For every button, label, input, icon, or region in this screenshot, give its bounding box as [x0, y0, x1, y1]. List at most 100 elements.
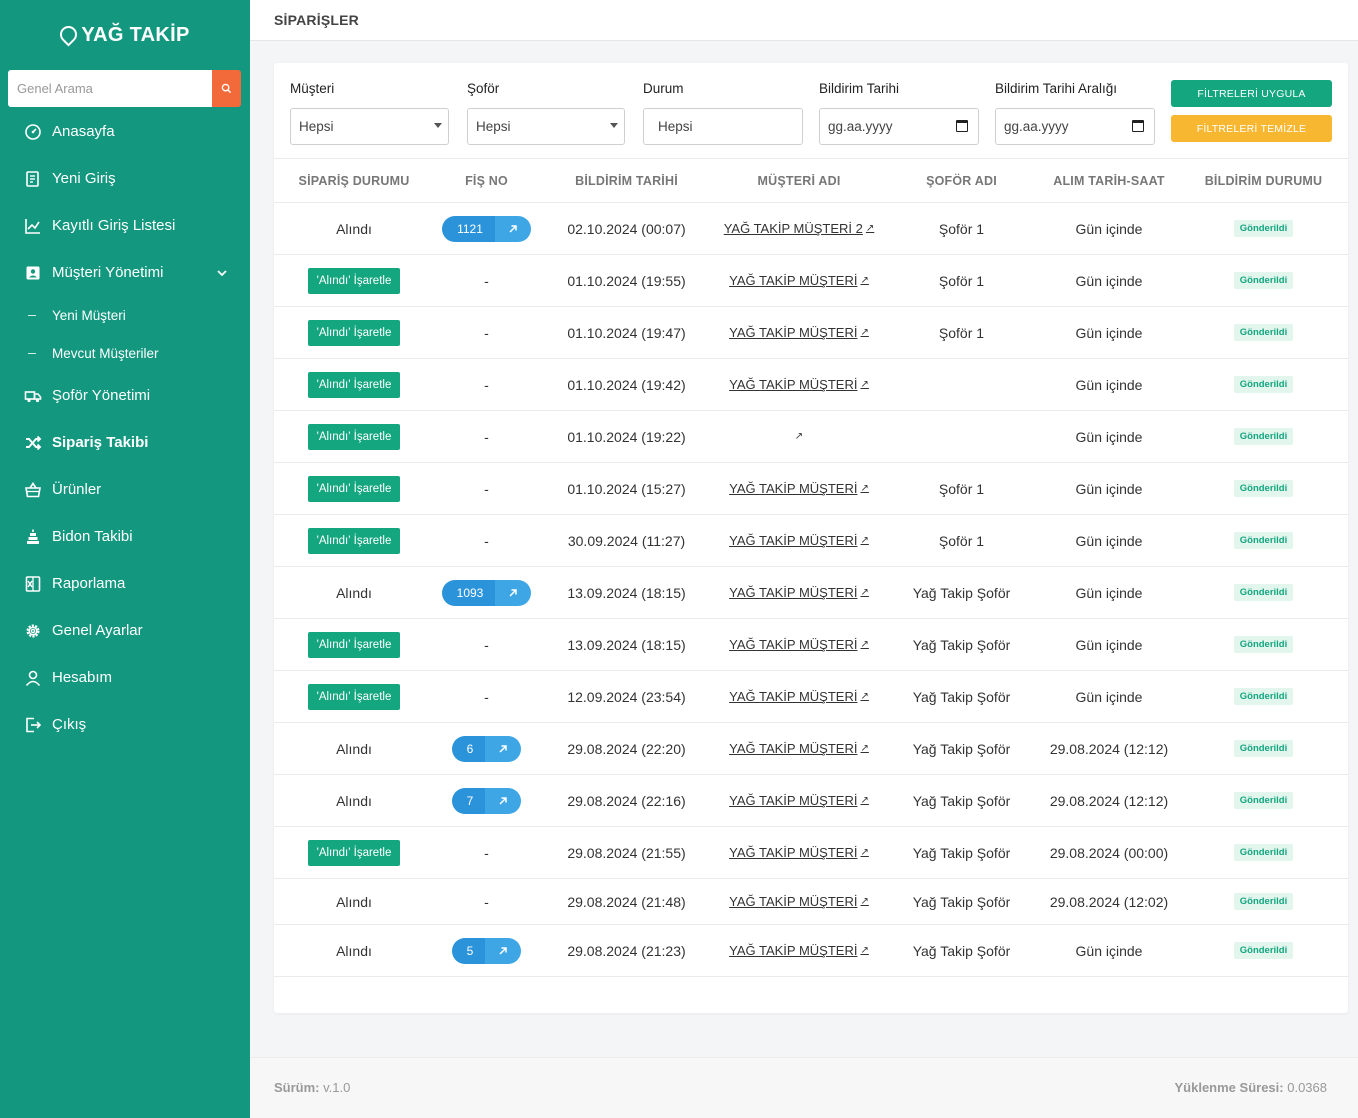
sidebar-item-sofor-yonetimi[interactable]: Şoför Yönetimi: [0, 372, 250, 419]
mark-received-button[interactable]: 'Alındı' İşaretle: [307, 839, 401, 866]
receipt-number: 1121: [442, 215, 495, 242]
column-header-siparis-durumu[interactable]: SİPARİŞ DURUMU: [274, 159, 434, 204]
order-status-text: Alındı: [336, 584, 372, 601]
column-header-sofor-adi[interactable]: ŞOFÖR ADI: [884, 159, 1039, 204]
customer-link[interactable]: YAĞ TAKİP MÜŞTERİ ↗: [729, 793, 869, 808]
customer-link[interactable]: YAĞ TAKİP MÜŞTERİ 2 ↗: [724, 221, 875, 236]
bildirim-tarihi-input[interactable]: gg.aa.yyyy: [819, 108, 979, 145]
app-logo[interactable]: YAĞ TAKİP: [0, 0, 250, 70]
musteri-filter-select[interactable]: Hepsi: [290, 108, 449, 145]
sidebar-item-bidon-takibi[interactable]: Bidon Takibi: [0, 513, 250, 560]
receipt-link-button[interactable]: 7: [451, 787, 522, 814]
sidebar-item-label: Müşteri Yönetimi: [52, 264, 164, 281]
mark-received-button[interactable]: 'Alındı' İşaretle: [307, 267, 401, 294]
dash-icon: [28, 352, 36, 354]
cell-driver: Yağ Takip Şoför: [912, 792, 1011, 809]
sidebar-subitem-yeni-musteri[interactable]: Yeni Müşteri: [0, 296, 250, 334]
customer-link[interactable]: YAĞ TAKİP MÜŞTERİ ↗: [729, 845, 869, 860]
mark-received-button[interactable]: 'Alındı' İşaretle: [307, 371, 401, 398]
customer-link[interactable]: YAĞ TAKİP MÜŞTERİ ↗: [729, 689, 869, 704]
table-row: Alındı 6 29.08.2024 (22:20) YAĞ TAKİP MÜŞTE…: [274, 723, 1348, 775]
mark-received-button[interactable]: 'Alındı' İşaretle: [307, 527, 401, 554]
column-header-alim-tarih-saat[interactable]: ALIM TARİH-SAAT: [1039, 159, 1179, 204]
sidebar-item-kayitli-giris-listesi[interactable]: Kayıtlı Giriş Listesi: [0, 202, 250, 249]
mark-received-button[interactable]: 'Alındı' İşaretle: [307, 475, 401, 502]
customer-link[interactable]: YAĞ TAKİP MÜŞTERİ ↗: [729, 325, 869, 340]
mark-received-button[interactable]: 'Alındı' İşaretle: [307, 683, 401, 710]
dash-icon: [28, 314, 36, 316]
global-search-input[interactable]: [8, 70, 212, 107]
receipt-number: -: [484, 893, 489, 910]
caret-down-icon: [434, 123, 442, 128]
clear-filters-button[interactable]: FİLTRELERİ TEMİZLE: [1171, 115, 1332, 142]
sidebar-item-urunler[interactable]: Ürünler: [0, 466, 250, 513]
customer-link[interactable]: YAĞ TAKİP MÜŞTERİ ↗: [729, 637, 869, 652]
customer-link[interactable]: YAĞ TAKİP MÜŞTERİ ↗: [729, 585, 869, 600]
cell-notify-date: 30.09.2024 (11:27): [567, 532, 686, 549]
open-receipt-icon-wrap: [494, 215, 531, 242]
cell-notify-status: Gönderildi: [1179, 619, 1348, 670]
bildirim-araligi-input[interactable]: gg.aa.yyyy: [995, 108, 1155, 145]
customer-link[interactable]: YAĞ TAKİP MÜŞTERİ ↗: [729, 273, 869, 288]
sidebar-item-genel-ayarlar[interactable]: Genel Ayarlar: [0, 607, 250, 654]
calendar-icon[interactable]: [1132, 120, 1144, 132]
sidebar-item-raporlama[interactable]: Raporlama: [0, 560, 250, 607]
customer-link[interactable]: YAĞ TAKİP MÜŞTERİ ↗: [729, 481, 869, 496]
cell-notify-status: Gönderildi: [1179, 203, 1348, 254]
cell-notify-status: Gönderildi: [1179, 255, 1348, 306]
search-button[interactable]: [212, 70, 241, 107]
sidebar-subitem-mevcut-musteriler[interactable]: Mevcut Müşteriler: [0, 334, 250, 372]
table-row: 'Alındı' İşaretle - 13.09.2024 (18:15) YAĞ …: [274, 619, 1348, 671]
calendar-icon[interactable]: [956, 120, 968, 132]
cell-notify-date: 01.10.2024 (19:42): [567, 376, 686, 393]
status-badge: Gönderildi: [1233, 740, 1294, 757]
table-header: SİPARİŞ DURUMU FİŞ NO BİLDİRİM TARİHİ MÜ…: [274, 158, 1348, 203]
cell-notify-date: 01.10.2024 (19:55): [567, 272, 686, 289]
customer-name: YAĞ TAKİP MÜŞTERİ: [729, 689, 858, 704]
cell-pickup-time: 29.08.2024 (00:00): [1049, 844, 1169, 861]
cell-customer: YAĞ TAKİP MÜŞTERİ ↗: [714, 567, 884, 618]
customer-link[interactable]: YAĞ TAKİP MÜŞTERİ ↗: [729, 377, 869, 392]
mark-received-button[interactable]: 'Alındı' İşaretle: [307, 423, 401, 450]
external-link-icon: ↗: [860, 379, 869, 390]
receipt-link-button[interactable]: 5: [451, 937, 522, 964]
durum-filter-select[interactable]: Hepsi: [643, 108, 803, 145]
cell-driver: Yağ Takip Şoför: [912, 636, 1011, 653]
mark-received-button[interactable]: 'Alındı' İşaretle: [307, 319, 401, 346]
sidebar-item-cikis[interactable]: Çıkış: [0, 701, 250, 748]
version-label: Sürüm:: [274, 1080, 320, 1095]
receipt-link-button[interactable]: 1121: [442, 215, 531, 242]
cell-pickup-time: Gün içinde: [1075, 376, 1143, 393]
customer-link[interactable]: YAĞ TAKİP MÜŞTERİ ↗: [729, 894, 869, 909]
cell-pickup-time: Gün içinde: [1075, 428, 1143, 445]
column-header-fis-no[interactable]: FİŞ NO: [434, 159, 539, 204]
customer-link[interactable]: YAĞ TAKİP MÜŞTERİ ↗: [729, 533, 869, 548]
column-header-bildirim-durumu[interactable]: BİLDİRİM DURUMU: [1179, 159, 1348, 204]
receipt-link-button[interactable]: 6: [451, 735, 522, 762]
sidebar-item-yeni-giris[interactable]: Yeni Giriş: [0, 155, 250, 202]
sofor-filter-select[interactable]: Hepsi: [467, 108, 625, 145]
chevron-down-icon: [217, 270, 227, 277]
external-link-icon[interactable]: ↗: [795, 431, 803, 442]
external-link-icon: ↗: [860, 639, 869, 650]
mark-received-button[interactable]: 'Alındı' İşaretle: [307, 631, 401, 658]
apply-filters-button[interactable]: FİLTRELERİ UYGULA: [1171, 80, 1332, 107]
sidebar-item-musteri-yonetimi[interactable]: Müşteri Yönetimi: [0, 249, 250, 296]
sidebar-item-hesabim[interactable]: Hesabım: [0, 654, 250, 701]
sidebar-item-label: Çıkış: [52, 716, 87, 733]
customer-name: YAĞ TAKİP MÜŞTERİ: [729, 533, 858, 548]
cell-order-status: Alındı: [274, 203, 434, 254]
arrow-up-right-icon: [499, 796, 508, 805]
customer-link[interactable]: YAĞ TAKİP MÜŞTERİ ↗: [729, 943, 869, 958]
status-badge: Gönderildi: [1233, 480, 1294, 497]
sidebar-item-siparis-takibi[interactable]: Sipariş Takibi: [0, 419, 250, 466]
sidebar-item-anasayfa[interactable]: Anasayfa: [0, 108, 250, 155]
table-row: 'Alındı' İşaretle - 01.10.2024 (19:47) YAĞ …: [274, 307, 1348, 359]
receipt-link-button[interactable]: 1093: [441, 579, 532, 606]
receipt-number: -: [484, 272, 489, 289]
column-header-musteri-adi[interactable]: MÜŞTERİ ADI: [714, 159, 884, 204]
customer-link[interactable]: YAĞ TAKİP MÜŞTERİ ↗: [729, 741, 869, 756]
cell-customer: YAĞ TAKİP MÜŞTERİ ↗: [714, 925, 884, 976]
global-search: [8, 70, 241, 107]
column-header-bildirim-tarihi[interactable]: BİLDİRİM TARİHİ: [539, 159, 714, 204]
